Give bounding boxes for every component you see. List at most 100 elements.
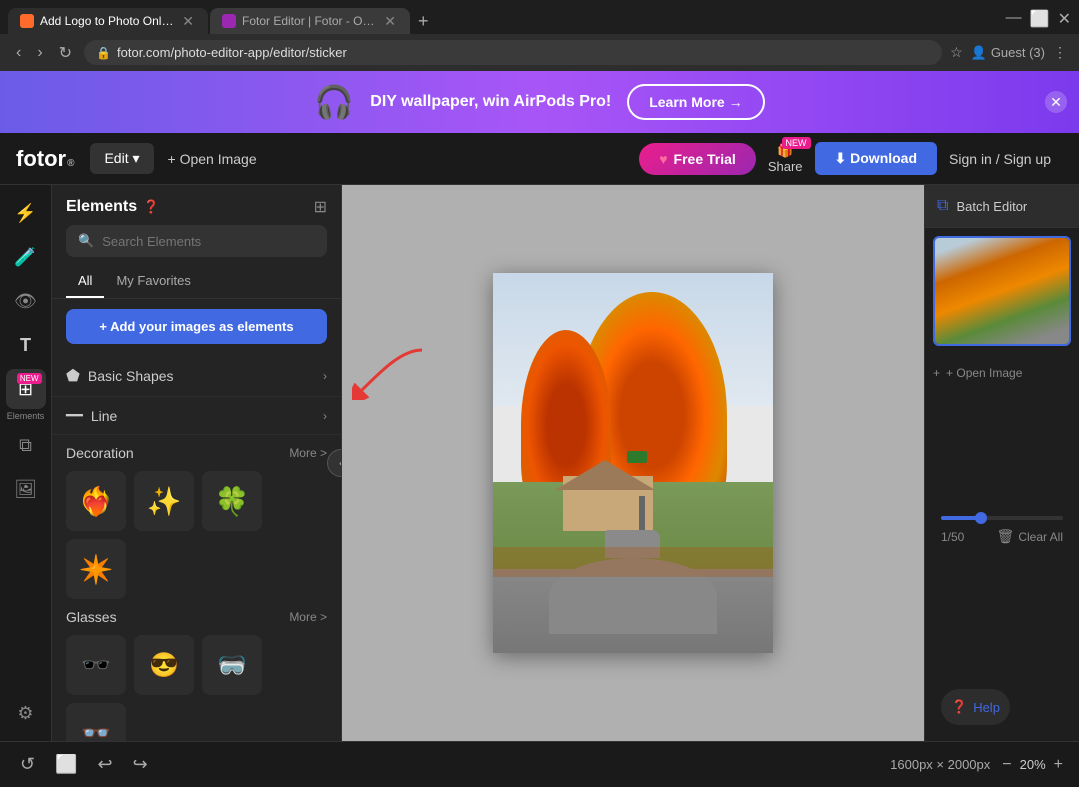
eye-icon: 👁 (14, 291, 37, 312)
app-header: fotor® Edit ▾ + Open Image ♥ Free Trial … (0, 133, 1079, 185)
refresh-button[interactable]: ↻ (55, 41, 76, 65)
deco-item-2[interactable]: ✨ (134, 471, 194, 531)
glasses-item-1[interactable]: 🕶️ (66, 635, 126, 695)
glasses-item-2[interactable]: 😎 (134, 635, 194, 695)
app-logo: fotor® (16, 146, 74, 172)
guest-button[interactable]: 👤 Guest (3) (971, 45, 1045, 61)
edit-button[interactable]: Edit ▾ (90, 143, 153, 174)
redo-button[interactable]: ↪ (129, 750, 152, 779)
adjust-icon: ⚡ (14, 203, 36, 224)
glasses-item-3[interactable]: 🥽 (202, 635, 262, 695)
minimize-icon[interactable]: — (1006, 9, 1022, 29)
download-button[interactable]: ⬇ Download (815, 142, 938, 175)
new-tab-button[interactable]: + (412, 11, 435, 32)
zoom-in-button[interactable]: + (1054, 756, 1063, 774)
help-button[interactable]: ❓ Help (941, 689, 1010, 725)
glasses-item-4[interactable]: 👓 (66, 703, 126, 741)
decoration-section: Decoration More > ❤️‍🔥 ✨ 🍀 ✴️ (52, 435, 341, 609)
right-panel: ⧉ Batch Editor + + Open Image 1/50 (924, 185, 1079, 741)
elements-new-badge: NEW (17, 373, 42, 384)
sign-in-button[interactable]: Sign in / Sign up (937, 143, 1063, 175)
decoration-more-link[interactable]: More > (289, 446, 327, 460)
slider-thumb[interactable] (975, 512, 987, 524)
tab-title-1: Add Logo to Photo Online fo... (40, 14, 174, 28)
tabs-row: All My Favorites (52, 267, 341, 299)
browser-actions: ☆ 👤 Guest (3) ⋮ (950, 44, 1067, 61)
menu-icon[interactable]: ⋮ (1053, 44, 1067, 61)
sidebar-icon-adjust[interactable]: ⚡ (6, 193, 46, 233)
sidebar-icon-eye[interactable]: 👁 (6, 281, 46, 321)
undo-button[interactable]: ↩ (94, 750, 117, 779)
heart-icon: ♥ (659, 151, 667, 167)
sidebar-icon-text[interactable]: T (6, 325, 46, 365)
sidebar-item-elements[interactable]: NEW ⊞ Elements (6, 369, 46, 421)
category-basic-shapes-left: ⬟ Basic Shapes (66, 366, 174, 386)
free-trial-button[interactable]: ♥ Free Trial (639, 143, 756, 175)
open-image-right-button[interactable]: + + Open Image (925, 358, 1079, 388)
category-line[interactable]: ━━ Line › (52, 397, 341, 435)
tab-all[interactable]: All (66, 267, 104, 298)
tab-controls: — ⬜ ✕ (1006, 9, 1071, 33)
maximize-icon[interactable]: ⬜ (1030, 9, 1050, 29)
layers-icon: ⧉ (19, 435, 32, 456)
glasses-more-link[interactable]: More > (289, 610, 327, 624)
trash-icon: 🗑 (997, 528, 1015, 545)
help-circle-icon: ❓ (951, 699, 967, 715)
sidebar-icon-mask[interactable]: 🧪 (6, 237, 46, 277)
lock-icon: 🔒 (96, 46, 111, 60)
banner-text: DIY wallpaper, win AirPods Pro! (370, 93, 611, 111)
crop-button[interactable]: ⬜ (51, 750, 81, 779)
browser-tabs: Add Logo to Photo Online fo... ✕ Fotor E… (0, 0, 1079, 34)
deco-item-1[interactable]: ❤️‍🔥 (66, 471, 126, 531)
deco-item-3[interactable]: 🍀 (202, 471, 262, 531)
tab-close-2[interactable]: ✕ (382, 14, 398, 28)
share-button[interactable]: NEW 🎁 Share (756, 139, 815, 178)
tab-favorites[interactable]: My Favorites (104, 267, 202, 298)
zoom-controls: − 20% + (1002, 756, 1063, 774)
help-icon[interactable]: ❓ (143, 199, 159, 215)
forward-button[interactable]: › (33, 42, 46, 64)
photo-sign (627, 451, 647, 463)
search-input[interactable] (102, 234, 315, 249)
sidebar-icon-photo[interactable]: 🖼 (6, 469, 46, 509)
canvas-area (342, 185, 924, 741)
zoom-out-button[interactable]: − (1002, 756, 1011, 774)
address-bar[interactable]: 🔒 fotor.com/photo-editor-app/editor/stic… (84, 40, 942, 65)
category-basic-shapes[interactable]: ⬟ Basic Shapes › (52, 356, 341, 397)
arrow-indicator (352, 340, 432, 405)
pagination-text: 1/50 (941, 530, 964, 544)
batch-editor-button[interactable]: ⧉ Batch Editor (925, 185, 1079, 228)
glasses-section: Glasses More > 🕶️ 😎 🥽 👓 (52, 609, 341, 741)
elements-label: Elements (7, 411, 45, 421)
browser-tab-1[interactable]: Add Logo to Photo Online fo... ✕ (8, 8, 208, 34)
browser-tab-2[interactable]: Fotor Editor | Fotor - Online... ✕ (210, 8, 410, 34)
mask-icon: 🧪 (14, 247, 36, 268)
clear-all-button[interactable]: 🗑 Clear All (997, 528, 1063, 545)
add-elements-button[interactable]: + Add your images as elements (66, 309, 327, 344)
thumbnail-photo (935, 238, 1069, 344)
panel-header: Elements ❓ ⊞ (52, 185, 341, 225)
sidebar-icon-settings[interactable]: ⚙ (6, 693, 46, 733)
learn-more-button[interactable]: Learn More → (627, 84, 764, 120)
main-layout: ⚡ 🧪 👁 T NEW ⊞ Elements ⧉ 🖼 ⚙ (0, 185, 1079, 741)
tab-close-1[interactable]: ✕ (180, 14, 196, 28)
banner-close-button[interactable]: ✕ (1045, 91, 1067, 113)
grid-view-button[interactable]: ⊞ (314, 197, 327, 217)
thumbnail-area (925, 228, 1079, 354)
bookmark-icon[interactable]: ☆ (950, 44, 963, 61)
close-icon[interactable]: ✕ (1058, 9, 1071, 29)
thumbnail-image[interactable] (933, 236, 1071, 346)
thin-sidebar: ⚡ 🧪 👁 T NEW ⊞ Elements ⧉ 🖼 ⚙ (0, 185, 52, 741)
text-icon: T (20, 335, 31, 356)
promo-banner: 🎧 DIY wallpaper, win AirPods Pro! Learn … (0, 71, 1079, 133)
line-arrow: › (323, 409, 327, 423)
slider-area: 1/50 🗑 Clear All (933, 516, 1071, 553)
open-image-button[interactable]: + Open Image (154, 144, 271, 174)
deco-item-4[interactable]: ✴️ (66, 539, 126, 599)
rotate-button[interactable]: ↺ (16, 750, 39, 779)
back-button[interactable]: ‹ (12, 42, 25, 64)
zoom-text: 20% (1020, 757, 1046, 772)
sidebar-icon-layers[interactable]: ⧉ (6, 425, 46, 465)
guest-avatar-icon: 👤 (971, 45, 987, 61)
basic-shapes-arrow: › (323, 369, 327, 383)
